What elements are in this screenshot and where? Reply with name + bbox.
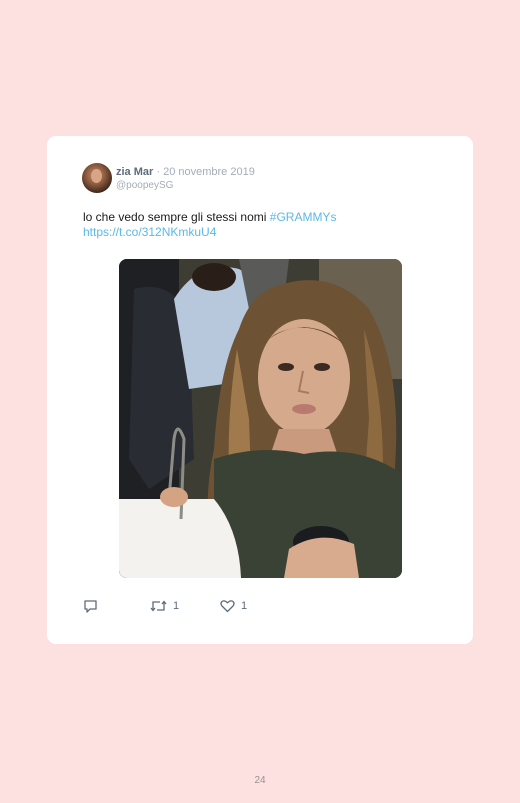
avatar-face xyxy=(91,169,102,183)
tweet-date[interactable]: · 20 novembre 2019 xyxy=(156,166,254,178)
tweet-header: zia Mar · 20 novembre 2019 xyxy=(116,165,255,179)
retweet-button[interactable]: 1 xyxy=(150,598,179,614)
tweet-text: lo che vedo sempre gli stessi nomi #GRAM… xyxy=(83,210,443,240)
heart-icon xyxy=(220,600,235,613)
author-handle[interactable]: @poopeySG xyxy=(116,179,173,192)
avatar[interactable] xyxy=(82,163,112,193)
tweet-media[interactable] xyxy=(119,259,402,578)
tweet-url-link[interactable]: https://t.co/312NKmkuU4 xyxy=(83,225,216,239)
reply-icon xyxy=(84,600,97,613)
author-name[interactable]: zia Mar xyxy=(116,166,153,178)
tweet-card: zia Mar · 20 novembre 2019 @poopeySG lo … xyxy=(47,136,473,644)
tweet-body: lo che vedo sempre gli stessi nomi xyxy=(83,210,267,224)
media-image xyxy=(119,259,402,578)
reply-button[interactable] xyxy=(83,598,98,614)
retweet-count: 1 xyxy=(173,600,180,612)
page-number: 24 xyxy=(254,775,266,786)
tweet-actions: 1 1 xyxy=(83,598,383,614)
like-count: 1 xyxy=(241,600,248,612)
like-button[interactable]: 1 xyxy=(220,598,247,614)
hashtag-link[interactable]: #GRAMMYs xyxy=(270,210,337,224)
retweet-icon xyxy=(150,600,167,612)
